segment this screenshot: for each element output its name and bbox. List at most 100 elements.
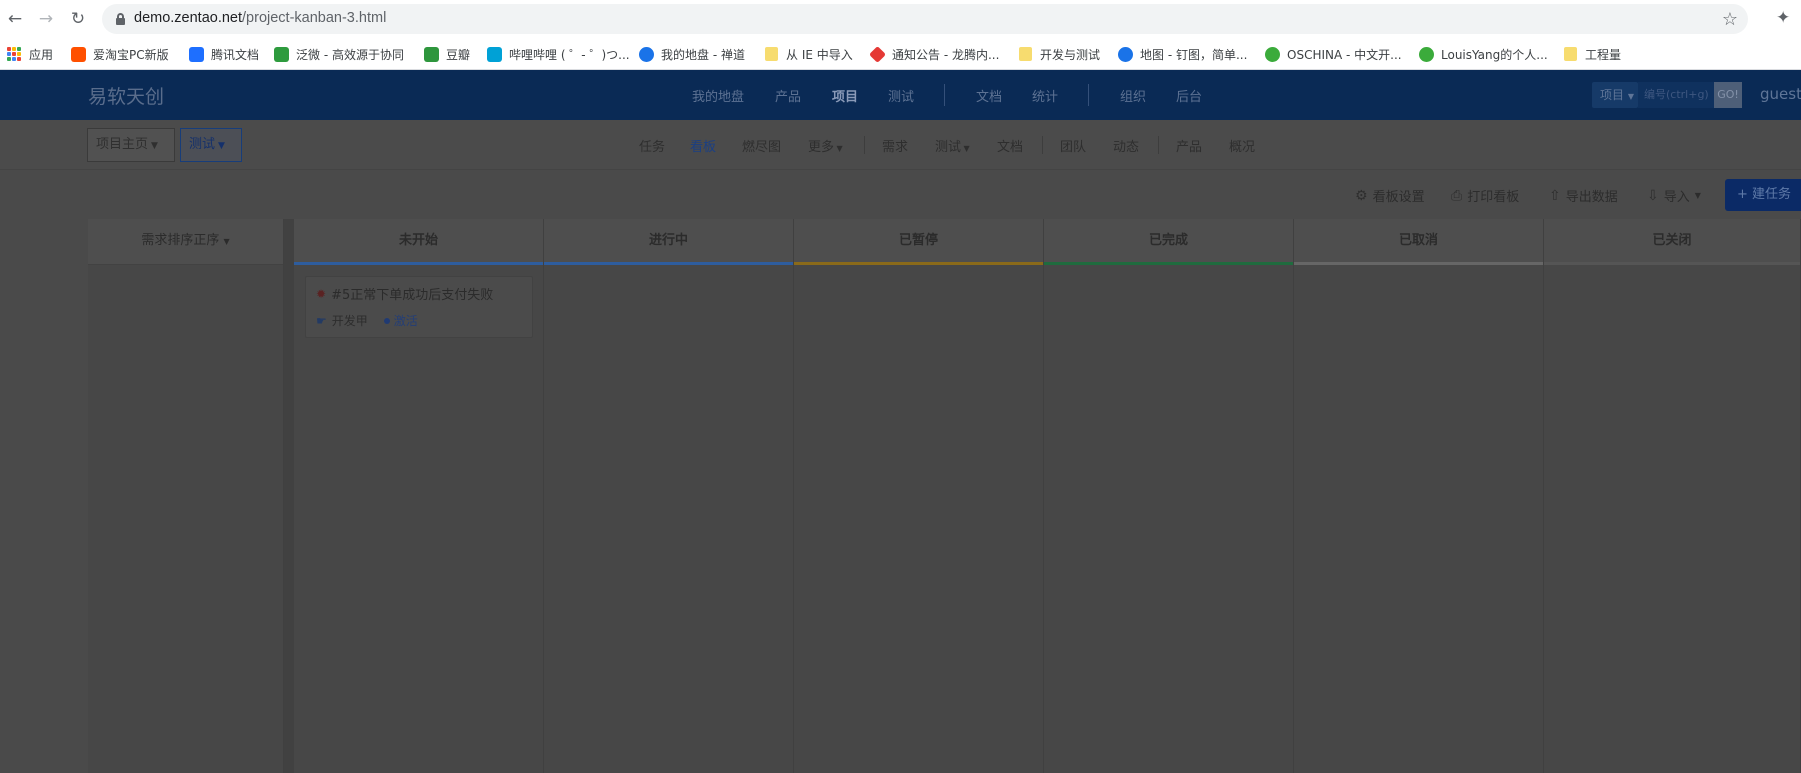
create-task-button[interactable]: + 建任务 [1725, 179, 1801, 211]
card-status: 激活 [383, 312, 418, 329]
subnav-divider [864, 136, 865, 154]
app-header: 易软天创 我的地盘 产品 项目 测试 文档 统计 组织 后台 项目 ▼ 编号(c… [0, 70, 1801, 120]
column-header: 已暂停 [794, 219, 1043, 265]
column-header: 未开始 [294, 219, 543, 265]
tab-team[interactable]: 团队 [1060, 136, 1086, 155]
extensions-icon[interactable]: ✦ [1776, 8, 1790, 28]
kanban-board: 需求排序正序 ▼ 未开始 ✹ #5正常下单成功后支付失败 ☛ 开发甲 激活 进行中… [88, 219, 1801, 773]
bookmark-item[interactable]: 爱淘宝PC新版 [71, 38, 169, 70]
breadcrumb-project-current[interactable]: 测试 ▼ [180, 128, 242, 162]
bookmark-item[interactable]: OSCHINA - 中文开... [1265, 38, 1402, 70]
tab-story[interactable]: 需求 [882, 136, 908, 155]
export-icon: ⇧ [1549, 187, 1561, 204]
lock-icon [116, 13, 125, 25]
tab-kanban[interactable]: 看板 [690, 136, 716, 155]
caret-down-icon: ▼ [218, 141, 225, 151]
address-bar[interactable]: demo.zentao.net/project-kanban-3.html ☆ [102, 4, 1748, 34]
nav-company[interactable]: 组织 [1120, 86, 1146, 105]
bookmark-item[interactable]: 地图 - 钉图，简单... [1118, 38, 1247, 70]
diamond-icon [869, 45, 886, 63]
column-color-bar [544, 262, 793, 265]
tab-doc[interactable]: 文档 [997, 136, 1023, 155]
bookmark-apps[interactable]: 应用 [7, 38, 53, 70]
card-assignee[interactable]: 开发甲 [332, 312, 368, 329]
tab-overview[interactable]: 概况 [1229, 136, 1255, 155]
url-text: demo.zentao.net/project-kanban-3.html [134, 10, 387, 26]
kanban-column-pause: 已暂停 [794, 219, 1044, 773]
search-input[interactable]: 编号(ctrl+g) [1638, 82, 1714, 108]
brand-logo[interactable]: 易软天创 [88, 82, 164, 109]
subnav-divider [1158, 136, 1159, 154]
browser-toolbar: ← → ↻ demo.zentao.net/project-kanban-3.h… [0, 0, 1801, 38]
kanban-column-cancel: 已取消 [1294, 219, 1544, 773]
user-menu[interactable]: guest [1760, 85, 1801, 103]
column-color-bar [294, 262, 543, 265]
bookmark-item[interactable]: 工程量 [1564, 38, 1621, 70]
search-type-select[interactable]: 项目 ▼ [1592, 82, 1638, 108]
assignee-hand-icon: ☛ [316, 313, 327, 328]
caret-down-icon: ▼ [1627, 92, 1634, 101]
map-pin-icon [1118, 46, 1133, 62]
taobao-icon [71, 46, 86, 62]
kanban-settings-button[interactable]: ⚙ 看板设置 [1355, 186, 1425, 206]
bookmark-item[interactable]: 哔哩哔哩 ( ゜- ゜)つ... [487, 38, 630, 70]
tab-more[interactable]: 更多 ▼ [808, 136, 843, 155]
bookmark-item[interactable]: 开发与测试 [1019, 38, 1100, 70]
nav-my[interactable]: 我的地盘 [692, 86, 744, 105]
tab-task[interactable]: 任务 [639, 136, 665, 155]
kanban-card[interactable]: ✹ #5正常下单成功后支付失败 ☛ 开发甲 激活 [305, 276, 533, 338]
caret-down-icon: ▼ [223, 237, 230, 246]
kanban-toolbar: ⚙ 看板设置 ⎙ 打印看板 ⇧ 导出数据 ⇩ 导入 ▼ + 建任务 [0, 171, 1801, 219]
nav-doc[interactable]: 文档 [976, 86, 1002, 105]
nav-admin[interactable]: 后台 [1176, 86, 1202, 105]
nav-qa[interactable]: 测试 [888, 86, 914, 105]
tab-test[interactable]: 测试 ▼ [935, 136, 970, 155]
tab-dynamic[interactable]: 动态 [1113, 136, 1139, 155]
column-color-bar [794, 262, 1043, 265]
plus-icon: + [1737, 187, 1748, 202]
nav-product[interactable]: 产品 [775, 86, 801, 105]
bookmark-item[interactable]: 我的地盘 - 禅道 [639, 38, 745, 70]
import-button[interactable]: ⇩ 导入 ▼ [1647, 186, 1701, 206]
bookmark-item[interactable]: 豆瓣 [424, 38, 470, 70]
column-header: 已取消 [1294, 219, 1543, 265]
search-go-button[interactable]: GO! [1714, 82, 1742, 108]
bookmark-item[interactable]: 腾讯文档 [189, 38, 259, 70]
oschina-icon [1265, 46, 1280, 62]
breadcrumb-project-home[interactable]: 项目主页 ▼ [87, 128, 175, 162]
bug-icon: ✹ [316, 286, 327, 301]
back-icon[interactable]: ← [5, 9, 25, 29]
bookmark-item[interactable]: 通知公告 - 龙腾内... [869, 38, 999, 70]
forward-icon[interactable]: → [36, 9, 56, 29]
caret-down-icon: ▼ [961, 144, 970, 153]
tencent-docs-icon [189, 46, 204, 62]
column-header: 进行中 [544, 219, 793, 265]
nav-project[interactable]: 项目 [832, 86, 858, 105]
caret-down-icon: ▼ [834, 144, 843, 153]
kanban-column-wait: 未开始 ✹ #5正常下单成功后支付失败 ☛ 开发甲 激活 [294, 219, 544, 773]
export-data-button[interactable]: ⇧ 导出数据 [1549, 186, 1618, 206]
column-color-bar [1294, 262, 1543, 265]
nav-report[interactable]: 统计 [1032, 86, 1058, 105]
bookmark-star-icon[interactable]: ☆ [1722, 9, 1738, 30]
bookmark-item[interactable]: 泛微 - 高效源于协同 [274, 38, 404, 70]
bookmark-item[interactable]: 从 IE 中导入 [765, 38, 853, 70]
tab-product[interactable]: 产品 [1176, 136, 1202, 155]
folder-icon [765, 47, 778, 61]
oschina-icon [1419, 46, 1434, 62]
zentao-icon [639, 46, 654, 62]
subnav-divider [1042, 136, 1043, 154]
import-icon: ⇩ [1647, 187, 1659, 204]
tab-burndown[interactable]: 燃尽图 [742, 136, 781, 155]
weaver-icon [274, 46, 289, 62]
bookmark-item[interactable]: LouisYang的个人... [1419, 38, 1548, 70]
story-sort-dropdown[interactable]: 需求排序正序 ▼ [88, 219, 283, 265]
caret-down-icon: ▼ [151, 141, 158, 151]
column-color-bar [1044, 262, 1293, 265]
sub-nav: 项目主页 ▼ 测试 ▼ 任务 看板 燃尽图 更多 ▼ 需求 测试 ▼ 文档 团队 动… [0, 120, 1801, 170]
card-title[interactable]: ✹ #5正常下单成功后支付失败 [316, 284, 493, 304]
reload-icon[interactable]: ↻ [68, 9, 88, 29]
print-kanban-button[interactable]: ⎙ 打印看板 [1451, 186, 1519, 206]
kanban-column-closed: 已关闭 [1544, 219, 1801, 773]
kanban-column-doing: 进行中 [544, 219, 794, 773]
